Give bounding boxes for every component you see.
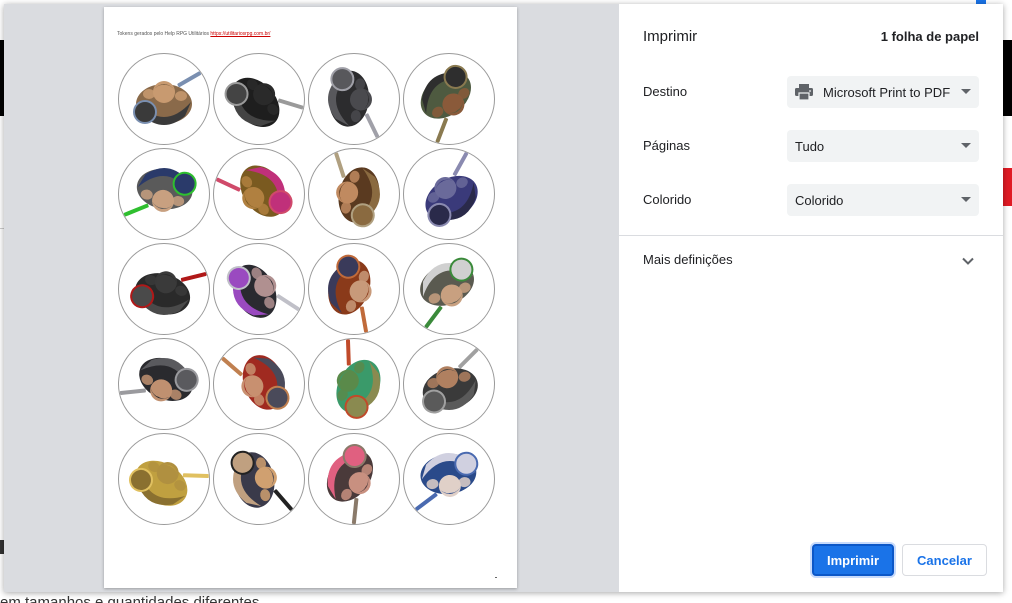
character-token <box>308 148 400 240</box>
destination-select[interactable]: Microsoft Print to PDF <box>787 76 979 108</box>
chevron-down-icon <box>961 89 971 94</box>
character-token <box>213 243 305 335</box>
print-button[interactable]: Imprimir <box>812 544 894 576</box>
print-dialog: Tokens gerados pelo Help RPG Utilitários… <box>4 4 1003 592</box>
background-page-text: em tamanhos e quantidades diferentes <box>0 594 260 603</box>
character-token <box>403 148 495 240</box>
token-grid <box>118 53 502 525</box>
print-preview-area[interactable]: Tokens gerados pelo Help RPG Utilitários… <box>4 4 619 592</box>
preview-page-mark <box>495 577 497 578</box>
chevron-down-icon <box>962 257 974 265</box>
pages-select[interactable]: Tudo <box>787 130 979 162</box>
preview-header-link: https://utilitariosrpg.com.br/ <box>210 31 271 37</box>
character-token <box>308 338 400 430</box>
more-settings-label: Mais definições <box>643 252 733 267</box>
color-value: Colorido <box>795 192 844 208</box>
color-select[interactable]: Colorido <box>787 184 979 216</box>
destination-row: Destino Microsoft Print to PDF <box>643 76 979 108</box>
character-token <box>118 433 210 525</box>
background-dark-band-right <box>1002 40 1012 116</box>
destination-label: Destino <box>643 84 688 99</box>
color-row: Colorido Colorido <box>643 184 979 216</box>
pages-value: Tudo <box>795 138 825 154</box>
chevron-down-icon <box>961 197 971 202</box>
pages-row: Páginas Tudo <box>643 130 979 162</box>
sheet-count: 1 folha de papel <box>880 29 979 44</box>
preview-header-text: Tokens gerados pelo Help RPG Utilitários <box>117 31 209 37</box>
preview-page: Tokens gerados pelo Help RPG Utilitários… <box>104 7 517 588</box>
character-token <box>213 53 305 145</box>
character-token <box>213 148 305 240</box>
character-token <box>118 338 210 430</box>
character-token <box>118 53 210 145</box>
character-token <box>118 148 210 240</box>
character-token <box>213 338 305 430</box>
more-settings-toggle[interactable]: Mais definições <box>643 252 979 272</box>
character-token <box>403 338 495 430</box>
background-red-button <box>1002 168 1012 206</box>
character-token <box>308 433 400 525</box>
character-token <box>308 243 400 335</box>
dialog-title: Imprimir <box>643 28 698 45</box>
destination-value: Microsoft Print to PDF <box>823 84 951 100</box>
pages-label: Páginas <box>643 138 690 153</box>
character-token <box>403 243 495 335</box>
character-token <box>118 243 210 335</box>
preview-page-header: Tokens gerados pelo Help RPG Utilitários… <box>117 31 270 37</box>
settings-header: Imprimir 1 folha de papel <box>643 28 979 48</box>
printer-icon <box>795 84 813 101</box>
cancel-button[interactable]: Cancelar <box>902 544 987 576</box>
character-token <box>213 433 305 525</box>
color-label: Colorido <box>643 192 692 207</box>
character-token <box>403 433 495 525</box>
character-token <box>308 53 400 145</box>
print-settings-panel: Imprimir 1 folha de papel Destino Micros… <box>619 4 1003 592</box>
settings-divider <box>619 235 1003 236</box>
character-token <box>403 53 495 145</box>
chevron-down-icon <box>961 143 971 148</box>
